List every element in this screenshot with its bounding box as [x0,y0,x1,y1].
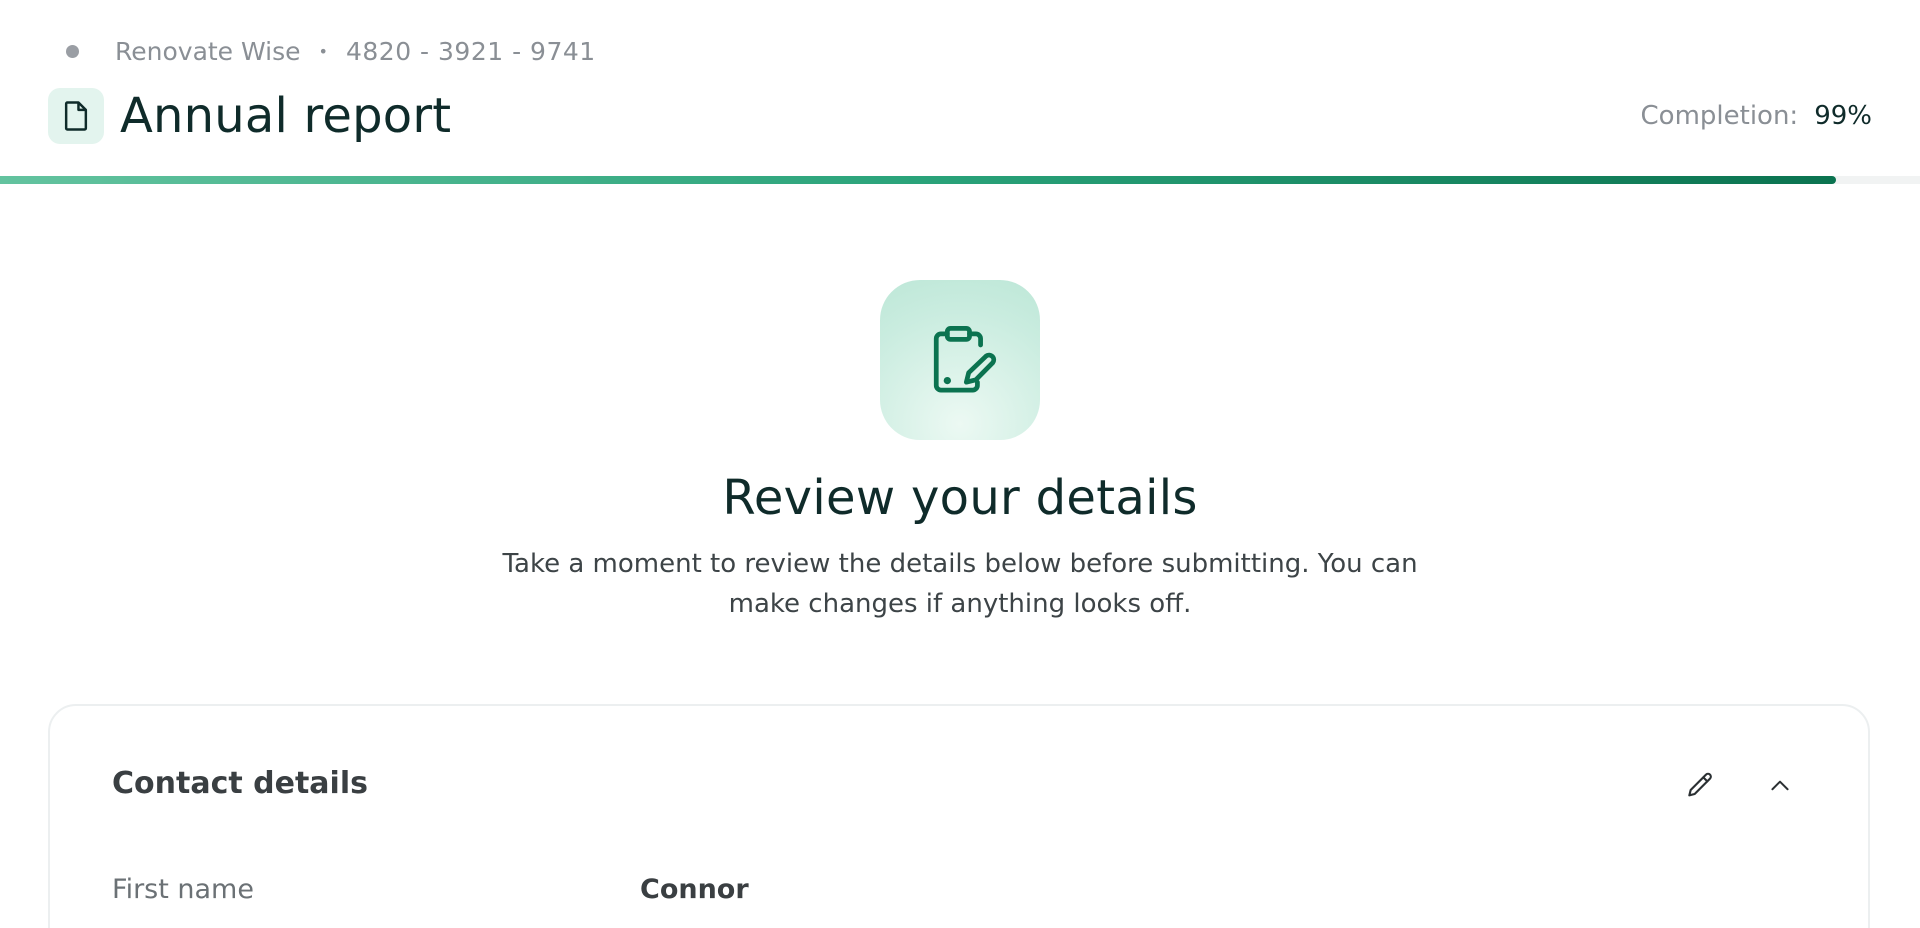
review-page: Renovate Wise • 4820 - 3921 - 9741 Annua… [0,0,1920,928]
section-title: Contact details [112,766,368,801]
clipboard-edit-icon [880,280,1040,440]
first-name-value: Connor [640,874,749,905]
completion-label: Completion: [1640,101,1799,131]
page-title: Annual report [120,88,452,144]
breadcrumb: Renovate Wise • 4820 - 3921 - 9741 [66,34,596,68]
completion-value: 99% [1814,101,1872,131]
breadcrumb-separator: • [318,41,328,61]
pencil-icon[interactable] [1680,766,1720,806]
hero-subtitle: Take a moment to review the details belo… [502,549,1418,619]
progress-bar [0,176,1920,184]
page-header: Annual report [48,88,451,144]
completion-indicator: Completion: 99% [1641,98,1872,134]
hero-title: Review your details [722,470,1198,526]
first-name-label: First name [112,874,254,905]
account-number: 4820 - 3921 - 9741 [345,36,596,66]
progress-bar-fill [0,176,1836,184]
status-dot-icon [66,44,79,58]
contact-details-card: Contact details First name Connor [48,704,1870,928]
document-icon [48,88,104,144]
chevron-up-icon[interactable] [1760,766,1800,806]
section-actions [1680,766,1800,806]
company-name: Renovate Wise [115,36,301,66]
